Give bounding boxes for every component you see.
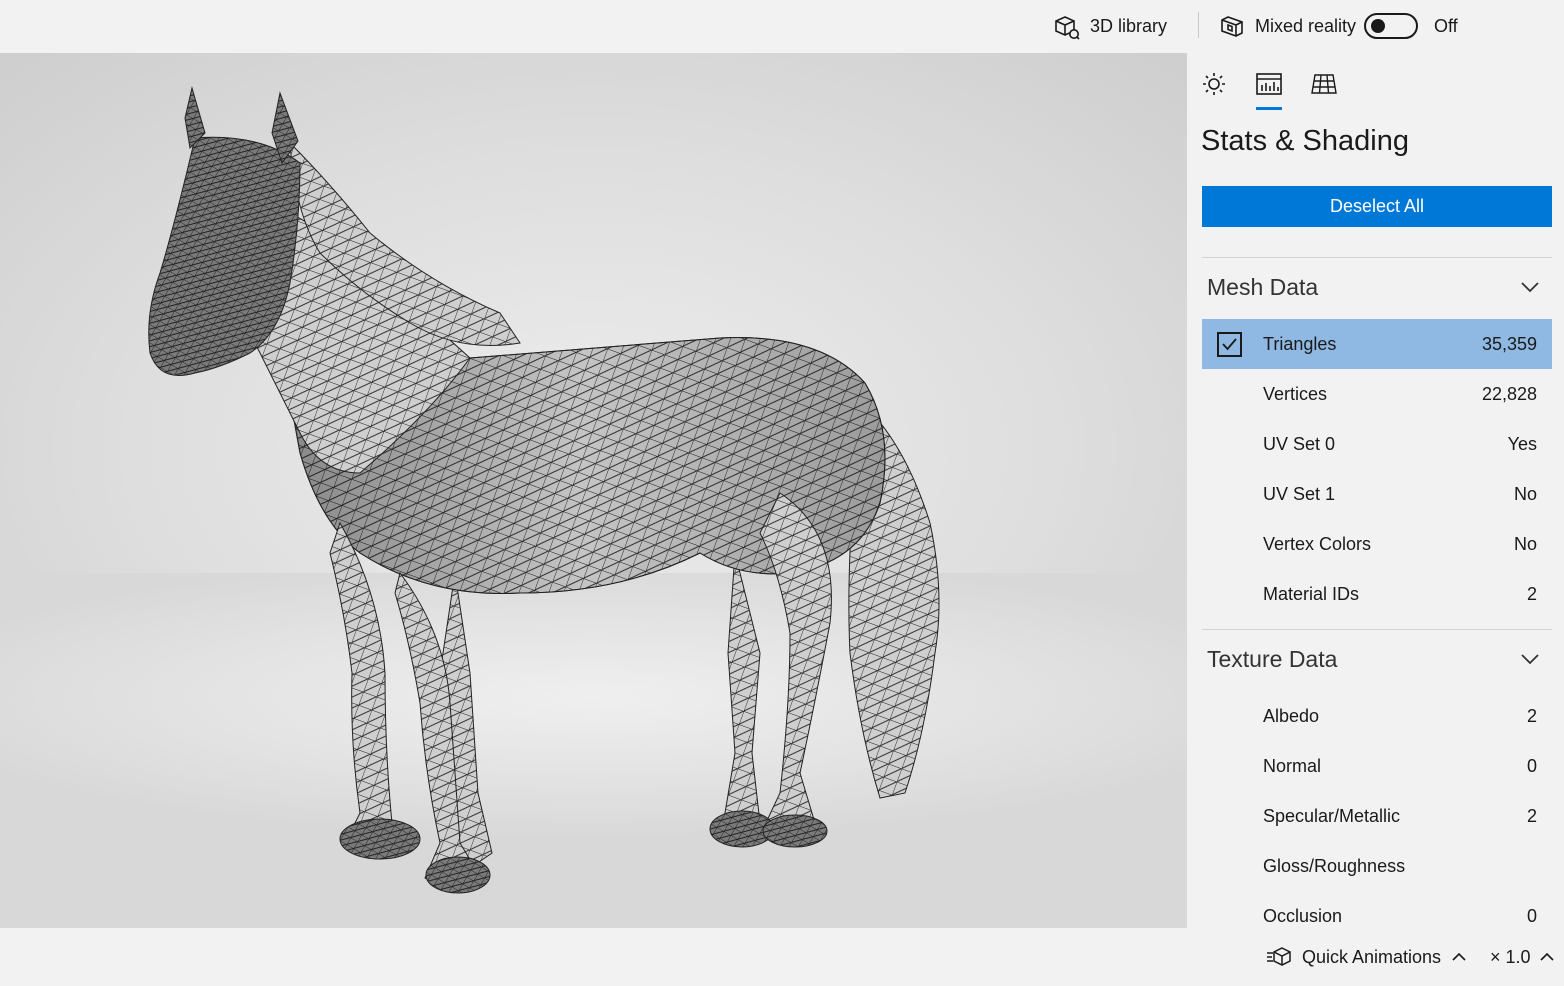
tab-grid[interactable] [1309, 69, 1339, 99]
panel-title: Stats & Shading [1201, 125, 1409, 157]
row-value: 35,359 [1481, 333, 1537, 354]
library-label: 3D library [1090, 16, 1168, 36]
chevron-up-icon [1539, 952, 1554, 961]
row-value: 2 [1526, 705, 1537, 726]
side-panel: Stats & Shading Deselect All Mesh Data T… [1187, 53, 1564, 928]
mixed-reality-icon [1221, 15, 1243, 37]
toolbar-divider [1198, 12, 1199, 38]
texture-data-header[interactable]: Texture Data [1202, 629, 1552, 689]
mesh-row-material-ids[interactable]: Material IDs 2 [1202, 569, 1552, 619]
quick-animations-button[interactable]: Quick Animations [1266, 928, 1467, 986]
row-label: Albedo [1263, 705, 1320, 726]
tab-stats[interactable] [1254, 69, 1284, 99]
top-bar: 3D library Mixed reality Off [0, 0, 1564, 53]
texture-row-gloss-roughness[interactable]: Gloss/Roughness [1202, 841, 1552, 891]
row-label: Occlusion [1263, 905, 1343, 926]
animation-cube-icon [1267, 947, 1291, 966]
row-label: Vertex Colors [1263, 533, 1372, 554]
tab-lighting[interactable] [1199, 69, 1229, 99]
texture-row-specular-metallic[interactable]: Specular/Metallic 2 [1202, 791, 1552, 841]
deselect-all-button[interactable]: Deselect All [1202, 186, 1552, 227]
row-value: 2 [1526, 805, 1537, 826]
playback-speed-button[interactable]: × 1.0 [1490, 928, 1555, 986]
mixed-reality-toggle[interactable] [1364, 13, 1418, 39]
chevron-down-icon [1521, 282, 1539, 293]
row-value: No [1513, 533, 1537, 554]
mesh-row-uv-set-0[interactable]: UV Set 0 Yes [1202, 419, 1552, 469]
mesh-row-triangles[interactable]: Triangles 35,359 [1202, 319, 1552, 369]
row-label: Specular/Metallic [1263, 805, 1401, 826]
mesh-row-vertices[interactable]: Vertices 22,828 [1202, 369, 1552, 419]
row-value: 2 [1526, 583, 1537, 604]
row-label: Normal [1263, 755, 1322, 776]
cube-library-icon [1055, 15, 1080, 40]
mesh-row-uv-set-1[interactable]: UV Set 1 No [1202, 469, 1552, 519]
mixed-reality-label: Mixed reality [1255, 16, 1357, 36]
texture-data-title: Texture Data [1207, 645, 1338, 672]
grid-icon [1311, 74, 1337, 94]
mesh-data-title: Mesh Data [1207, 273, 1319, 300]
texture-row-albedo[interactable]: Albedo 2 [1202, 691, 1552, 741]
row-label: UV Set 1 [1263, 483, 1336, 504]
stats-chart-icon [1256, 73, 1282, 95]
row-value: 22,828 [1481, 383, 1537, 404]
row-label: Vertices [1263, 383, 1328, 404]
library-button[interactable]: 3D library [1054, 0, 1167, 53]
row-value: No [1513, 483, 1537, 504]
active-tab-indicator [1256, 107, 1282, 110]
bottom-bar: Quick Animations × 1.0 [0, 928, 1564, 986]
row-value: Yes [1507, 433, 1537, 454]
sun-icon [1203, 73, 1225, 95]
checkmark-icon [1222, 338, 1237, 351]
triangles-checkbox[interactable] [1217, 332, 1242, 357]
quick-animations-label: Quick Animations [1302, 946, 1442, 967]
row-label: Gloss/Roughness [1263, 855, 1406, 876]
mesh-data-header[interactable]: Mesh Data [1202, 257, 1552, 317]
row-label: Triangles [1263, 333, 1337, 354]
row-label: UV Set 0 [1263, 433, 1336, 454]
mixed-reality-label-group[interactable]: Mixed reality [1219, 0, 1356, 53]
row-label: Material IDs [1263, 583, 1360, 604]
toggle-state-label: Off [1434, 16, 1458, 36]
playback-speed-label: × 1.0 [1490, 946, 1531, 967]
row-value: 0 [1526, 905, 1537, 926]
texture-row-normal[interactable]: Normal 0 [1202, 741, 1552, 791]
horse-wireframe-model[interactable] [0, 53, 1187, 928]
3d-viewport[interactable] [0, 53, 1187, 928]
chevron-down-icon [1521, 654, 1539, 665]
chevron-up-icon [1452, 952, 1466, 961]
mesh-row-vertex-colors[interactable]: Vertex Colors No [1202, 519, 1552, 569]
toggle-knob [1371, 19, 1385, 33]
texture-row-occlusion[interactable]: Occlusion 0 [1202, 891, 1552, 928]
row-value: 0 [1526, 755, 1537, 776]
